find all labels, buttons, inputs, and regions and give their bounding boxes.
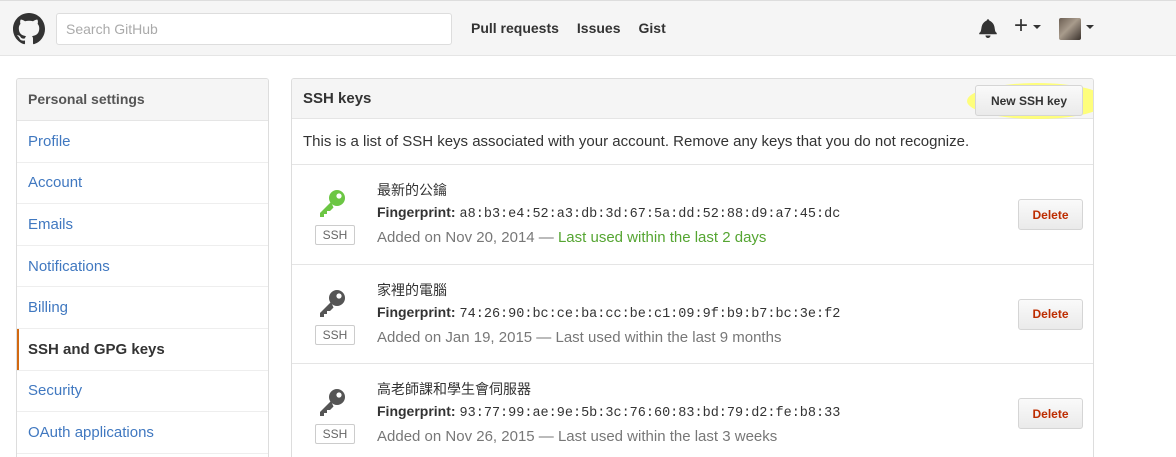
key-icon xyxy=(320,190,345,217)
last-used: Last used within the last 3 weeks xyxy=(557,428,778,445)
key-title: 最新的公鑰 xyxy=(377,183,447,199)
sidebar-item-profile[interactable]: Profile xyxy=(17,121,268,163)
key-icon xyxy=(320,389,345,416)
sidebar-item-oauth-applications[interactable]: OAuth applications xyxy=(17,412,268,454)
added-date: Added on Nov 26, 2015 — xyxy=(377,428,558,445)
key-added: Added on Nov 20, 2014 — Last used within… xyxy=(377,229,766,246)
sidebar-title: Personal settings xyxy=(17,79,268,121)
key-icon xyxy=(320,289,345,317)
ssh-badge: SSH xyxy=(315,225,355,245)
nav-issues[interactable]: Issues xyxy=(577,20,621,36)
added-date: Added on Nov 20, 2014 — xyxy=(377,229,558,246)
list-item: SSH 最新的公鑰 Fingerprint: a8:b3:e4:52:a3:db:… xyxy=(292,165,1093,265)
delete-button[interactable]: Delete xyxy=(1018,298,1083,330)
top-header: Pull requests Issues Gist + xyxy=(0,0,1176,56)
key-title: 家裡的電腦 xyxy=(377,282,447,299)
nav-gist[interactable]: Gist xyxy=(639,20,666,36)
delete-button[interactable]: Delete xyxy=(1018,398,1083,429)
sidebar-item-emails[interactable]: Emails xyxy=(17,204,268,246)
delete-button[interactable]: Delete xyxy=(1018,199,1083,230)
sidebar-item-security[interactable]: Security xyxy=(17,371,268,413)
settings-sidebar: Personal settings Profile Account Emails… xyxy=(16,78,269,457)
chevron-down-icon[interactable] xyxy=(1086,25,1094,29)
search-input[interactable] xyxy=(56,13,452,45)
fingerprint-label: Fingerprint: xyxy=(377,403,456,419)
fingerprint-value: 74:26:90:bc:ce:ba:cc:be:c1:09:9f:b9:b7:b… xyxy=(459,306,841,322)
panel-title: SSH keys xyxy=(303,90,372,107)
last-used: Last used within the last 9 months xyxy=(555,328,782,346)
fingerprint: Fingerprint: a8:b3:e4:52:a3:db:3d:67:5a:d… xyxy=(377,204,840,222)
nav-pull-requests[interactable]: Pull requests xyxy=(471,20,559,36)
sidebar-item-ssh-gpg-keys[interactable]: SSH and GPG keys xyxy=(17,328,268,371)
fingerprint-label: Fingerprint: xyxy=(377,204,456,220)
header-nav: Pull requests Issues Gist xyxy=(471,20,666,36)
list-item: SSH 高老師課和學生會伺服器 Fingerprint: 93:77:99:ae:… xyxy=(292,364,1093,457)
key-title: 高老師課和學生會伺服器 xyxy=(377,382,531,398)
github-logo-icon[interactable] xyxy=(13,13,45,45)
fingerprint-label: Fingerprint: xyxy=(377,303,456,320)
fingerprint: Fingerprint: 74:26:90:bc:ce:ba:cc:be:c1:0… xyxy=(377,304,840,322)
sidebar-item-billing[interactable]: Billing xyxy=(17,287,268,329)
panel-header: SSH keys New SSH key xyxy=(292,79,1093,119)
fingerprint: Fingerprint: 93:77:99:ae:9e:5b:3c:76:60:8… xyxy=(377,403,840,421)
sidebar-item-account[interactable]: Account xyxy=(17,163,268,205)
ssh-badge: SSH xyxy=(315,424,355,444)
chevron-down-icon[interactable] xyxy=(1033,25,1041,29)
sidebar-item-notifications[interactable]: Notifications xyxy=(17,246,268,288)
list-item: SSH 家裡的電腦 Fingerprint: 74:26:90:bc:ce:ba:… xyxy=(292,265,1093,364)
avatar[interactable] xyxy=(1059,18,1081,40)
create-new-button[interactable]: + xyxy=(1014,14,1028,38)
fingerprint-value: 93:77:99:ae:9e:5b:3c:76:60:83:bd:79:d2:f… xyxy=(459,406,841,421)
key-added: Added on Jan 19, 2015 — Last used within… xyxy=(377,329,781,346)
new-ssh-key-button[interactable]: New SSH key xyxy=(975,85,1083,116)
fingerprint-value: a8:b3:e4:52:a3:db:3d:67:5a:dd:52:88:d9:a… xyxy=(459,207,841,222)
key-added: Added on Nov 26, 2015 — Last used within… xyxy=(377,428,777,445)
ssh-badge: SSH xyxy=(315,324,355,345)
last-used: Last used within the last 2 days xyxy=(557,229,767,246)
added-date: Added on Jan 19, 2015 — xyxy=(377,328,556,346)
bell-icon[interactable] xyxy=(979,18,997,38)
intro-text: This is a list of SSH keys associated wi… xyxy=(292,119,1093,165)
ssh-keys-panel: SSH keys New SSH key This is a list of S… xyxy=(291,78,1094,457)
